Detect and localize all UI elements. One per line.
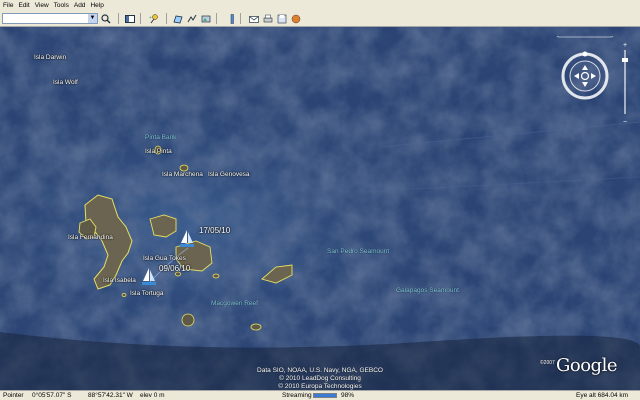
polygon-button[interactable] xyxy=(172,13,183,24)
sea-feature-label[interactable]: Macgowen Reef xyxy=(211,300,258,307)
placemark-date-label[interactable]: 17/05/10 xyxy=(199,226,230,235)
zoom-out-icon: − xyxy=(623,119,627,126)
island-santiago xyxy=(149,214,177,238)
pointer-latitude: 0°05'57.07" S xyxy=(32,392,72,399)
path-icon xyxy=(187,14,196,22)
zoom-thumb xyxy=(622,58,628,62)
polygon-icon xyxy=(172,15,183,23)
pointer-elevation: elev 0 m xyxy=(140,392,165,399)
toolbar-separator xyxy=(140,13,141,24)
image-overlay-button[interactable] xyxy=(200,13,211,24)
pointer-label: Pointer xyxy=(3,392,24,399)
save-image-icon xyxy=(277,14,286,23)
island-label[interactable]: Isla Pinta xyxy=(145,148,172,155)
north-indicator-icon xyxy=(582,51,588,57)
island-label[interactable]: Isla Gua Tokes xyxy=(143,255,186,262)
search-button[interactable] xyxy=(100,13,111,24)
print-button[interactable] xyxy=(262,13,273,24)
island-label[interactable]: Isla Fernandina xyxy=(68,234,113,241)
brand-year: ©2007 xyxy=(540,360,555,366)
search-icon xyxy=(100,13,110,23)
svg-text:+: + xyxy=(149,15,152,21)
path-button[interactable] xyxy=(186,13,197,24)
ruler-button[interactable] xyxy=(226,13,237,24)
island-label[interactable]: Isla Marchena xyxy=(162,171,203,178)
menu-view[interactable]: View xyxy=(35,2,49,9)
map-viewport[interactable]: Isla Darwin Isla Wolf Isla Pinta Isla Ma… xyxy=(0,27,640,390)
sidebar-icon xyxy=(124,14,135,23)
island-label[interactable]: Isla Darwin xyxy=(34,54,66,61)
email-button[interactable] xyxy=(248,13,259,24)
island-tortuga xyxy=(121,292,127,297)
data-credit: © 2010 Europa Technologies xyxy=(278,383,362,390)
streaming-progress xyxy=(313,393,337,398)
menu-edit[interactable]: Edit xyxy=(18,2,29,9)
zoom-slider[interactable]: + − xyxy=(622,42,628,126)
toolbar-separator xyxy=(166,13,167,24)
eye-altitude: Eye alt 684.04 km xyxy=(576,392,629,399)
pushpin-icon: + xyxy=(149,13,158,23)
island-santa-fe xyxy=(212,273,220,279)
menu-add[interactable]: Add xyxy=(74,2,86,9)
streaming-label: Streaming xyxy=(282,392,312,399)
google-logo: Google xyxy=(556,355,617,376)
streaming-percent: 98% xyxy=(341,392,355,399)
placemark-button[interactable]: + xyxy=(148,13,159,24)
menu-tools[interactable]: Tools xyxy=(54,2,69,9)
search-input[interactable]: ▼ xyxy=(2,13,98,24)
island-label[interactable]: Isla Isabela xyxy=(103,277,136,284)
image-overlay-icon xyxy=(201,15,210,22)
chevron-down-icon[interactable]: ▼ xyxy=(88,14,97,23)
pointer-longitude: 88°57'42.31" W xyxy=(88,392,133,399)
view-in-maps-button[interactable] xyxy=(290,13,301,24)
globe-icon xyxy=(291,14,300,23)
toolbar-separator xyxy=(240,13,241,24)
island-espanola xyxy=(250,323,262,331)
print-icon xyxy=(263,14,272,22)
sea-feature-label[interactable]: Galapagos Seamount xyxy=(396,287,459,294)
ocean-floor xyxy=(0,27,640,390)
email-icon xyxy=(248,15,259,23)
data-credit: Data SIO, NOAA, U.S. Navy, NGA, GEBCO xyxy=(257,367,383,374)
look-joystick[interactable] xyxy=(561,51,609,100)
island-label[interactable]: Isla Genovesa xyxy=(208,171,250,178)
status-bar: Pointer 0°05'57.07" S 88°57'42.31" W ele… xyxy=(0,390,640,400)
placemark-date-label[interactable]: 09/06/10 xyxy=(159,264,190,273)
navigation-controls: + − xyxy=(556,36,628,126)
ruler-icon xyxy=(230,13,234,24)
toolbar-separator xyxy=(216,13,217,24)
menu-file[interactable]: File xyxy=(3,2,13,9)
data-credit: © 2010 LeadDog Consulting xyxy=(279,375,361,382)
island-floreana xyxy=(181,313,195,327)
sea-feature-label[interactable]: San Pedro Seamount xyxy=(327,248,389,255)
island-label[interactable]: Isla Tortuga xyxy=(130,290,163,297)
sidebar-toggle-button[interactable] xyxy=(124,13,135,24)
toolbar-separator xyxy=(118,13,119,24)
sea-feature-label[interactable]: Pinta Bank xyxy=(145,134,176,141)
zoom-in-icon: + xyxy=(623,42,627,49)
island-label[interactable]: Isla Wolf xyxy=(53,79,78,86)
menu-bar: File Edit View Tools Add Help xyxy=(0,0,640,10)
tilt-slider[interactable] xyxy=(556,36,614,38)
save-image-button[interactable] xyxy=(276,13,287,24)
menu-help[interactable]: Help xyxy=(90,2,103,9)
